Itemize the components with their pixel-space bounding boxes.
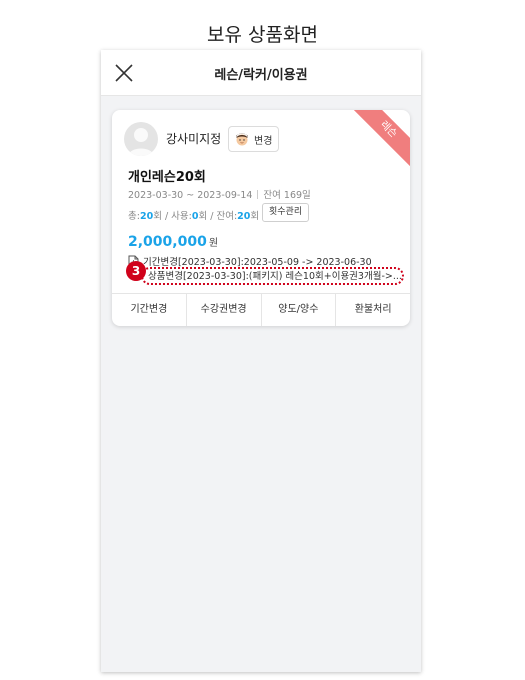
count-remain: 20 [237, 211, 251, 222]
change-ticket-button[interactable]: 수강권변경 [187, 294, 262, 326]
price: 2,000,000 원 [128, 231, 218, 250]
refund-button[interactable]: 환불처리 [336, 294, 410, 326]
product-card: 레슨 강사미지정 변경 개인레슨20회 2023-03-30 ~ 2023-09… [112, 110, 410, 326]
history-period-change: 기간변경[2023-03-30]:2023-05-09 -> 2023-06-3… [128, 254, 372, 268]
count-unit: 회 [250, 211, 260, 222]
count-total-label: 총: [128, 211, 140, 222]
period-dates: 2023-03-30 ~ 2023-09-14 [128, 190, 253, 201]
change-label: 변경 [254, 135, 273, 147]
change-instructor-button[interactable]: 변경 [228, 126, 280, 152]
count-total: 20 [139, 211, 154, 222]
price-unit: 원 [208, 238, 219, 249]
instructor-name: 강사미지정 [166, 132, 222, 146]
history-period-text: 기간변경[2023-03-30]:2023-05-09 -> 2023-06-3… [143, 257, 372, 268]
remaining-days: 잔여 169일 [263, 190, 311, 201]
usage-counts: 총:20회 / 사용:0회 / 잔여:20회 [128, 208, 259, 222]
history-product-change[interactable]: 상품변경[2023-03-30]:(패키지) 레슨10회+이용권3개월->... [141, 267, 404, 285]
face-icon [233, 130, 251, 148]
price-amount: 2,000,000 [128, 234, 207, 250]
avatar-placeholder-icon [128, 128, 154, 156]
count-used-label: 회 / 사용: [153, 211, 192, 222]
product-period: 2023-03-30 ~ 2023-09-14 잔여 169일 [128, 187, 311, 201]
category-ribbon: 레슨 [346, 110, 410, 172]
card-actions: 기간변경 수강권변경 양도/양수 환불처리 [112, 293, 410, 326]
top-bar: 레슨/락커/이용권 [101, 50, 421, 96]
page-title: 레슨/락커/이용권 [214, 68, 308, 83]
callout-badge: 3 [126, 261, 146, 281]
count-remain-label: 회 / 잔여: [198, 211, 238, 222]
transfer-button[interactable]: 양도/양수 [262, 294, 337, 326]
extend-period-button[interactable]: 기간변경 [112, 294, 187, 326]
avatar [124, 122, 158, 156]
phone-screen: 레슨/락커/이용권 레슨 강사미지정 변경 개인레슨20회 2023-03-30… [101, 50, 421, 672]
divider [257, 190, 259, 199]
count-manage-button[interactable]: 횟수관리 [262, 203, 310, 222]
page-heading: 보유 상품화면 [207, 24, 318, 46]
product-name: 개인레슨20회 [128, 170, 206, 185]
